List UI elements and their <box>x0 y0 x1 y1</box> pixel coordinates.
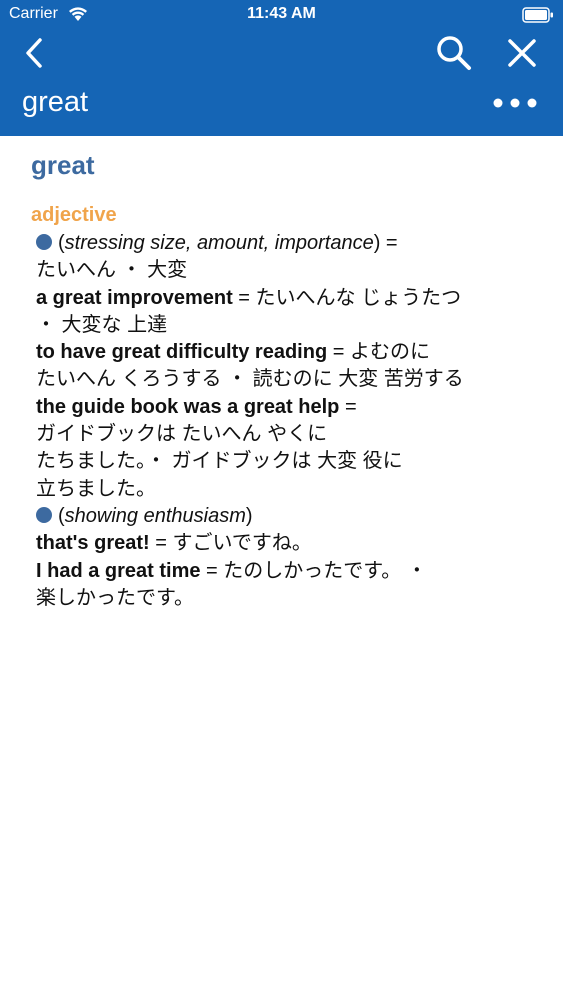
nav-title: great <box>22 86 89 118</box>
example-japanese: たのしかったです。 ・ <box>223 559 427 582</box>
example-japanese-cont: 立ちました。 <box>36 477 156 500</box>
example-line: to have great difficulty reading = よむのに <box>36 341 430 364</box>
example-japanese-cont: ガイドブックは たいへん やくに <box>36 423 328 446</box>
status-bar: Carrier 11:43 AM <box>0 0 563 30</box>
close-icon <box>508 39 536 67</box>
part-of-speech: adjective <box>31 204 117 226</box>
example-japanese-cont: 楽しかったです。 <box>36 586 194 609</box>
example-japanese: たいへんな じょうたつ <box>255 286 462 309</box>
example-line: a great improvement = たいへんな じょうたつ <box>36 286 462 309</box>
status-time: 11:43 AM <box>247 5 316 22</box>
example-english: a great improvement <box>36 286 233 309</box>
sense-gloss-line: (showing enthusiasm) <box>36 503 556 530</box>
entry-headword: great <box>31 150 95 180</box>
example-japanese: よむのに <box>349 341 430 364</box>
example-japanese-cont: たちました。・ ガイドブックは 大変 役に <box>36 450 403 473</box>
navigation-header: Carrier 11:43 AM great <box>0 0 563 136</box>
example-english: I had a great time <box>36 559 201 582</box>
sense-gloss-line: (stressing size, amount, importance) = <box>36 230 556 257</box>
more-options-button[interactable] <box>490 88 540 118</box>
sense-gloss: showing enthusiasm <box>64 504 246 527</box>
close-button[interactable] <box>500 32 544 74</box>
example-japanese: すごいですね。 <box>172 532 312 555</box>
sense-gloss: stressing size, amount, importance <box>64 232 374 254</box>
example-japanese-cont: ・ 大変な 上達 <box>36 313 168 336</box>
chevron-left-icon <box>26 38 42 68</box>
battery-icon <box>522 7 553 23</box>
example-english: that's great! <box>36 532 150 555</box>
example-line: that's great! = すごいですね。 <box>36 532 312 555</box>
example-english: to have great difficulty reading <box>36 341 328 364</box>
example-line: I had a great time = たのしかったです。 ・ <box>36 559 427 582</box>
example-line: the guide book was a great help = <box>36 395 357 418</box>
bullet-icon <box>36 234 52 250</box>
search-icon <box>437 36 471 70</box>
sense-translation: たいへん ・ 大変 <box>36 259 188 282</box>
search-button[interactable] <box>432 32 476 74</box>
bullet-icon <box>36 506 52 523</box>
example-japanese-cont: たいへん くろうする ・ 読むのに 大変 苦労する <box>36 368 464 391</box>
back-button[interactable] <box>14 32 54 74</box>
sense-list: (stressing size, amount, importance) = た… <box>36 230 556 612</box>
more-horizontal-icon <box>493 98 537 108</box>
example-english: the guide book was a great help <box>36 395 340 418</box>
